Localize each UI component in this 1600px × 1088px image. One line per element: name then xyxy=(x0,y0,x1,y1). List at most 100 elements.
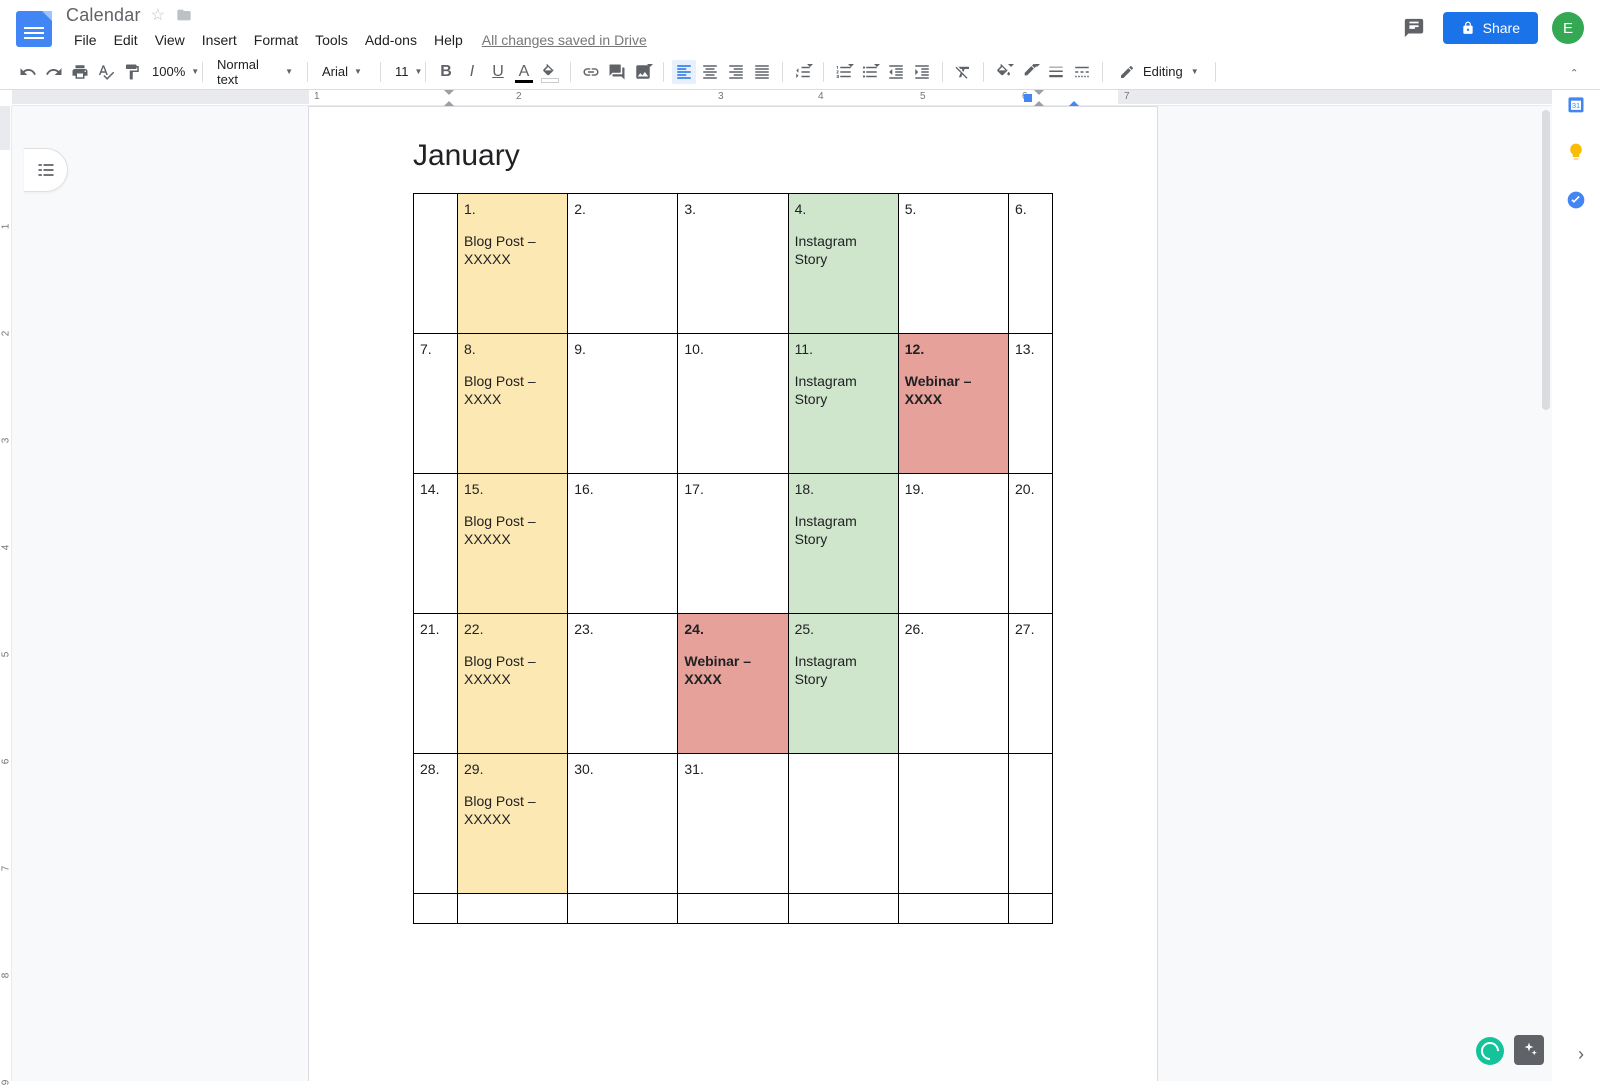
star-icon[interactable]: ☆ xyxy=(151,5,165,25)
calendar-cell[interactable]: 29.Blog Post – XXXXX xyxy=(458,754,568,894)
calendar-cell[interactable]: 3. xyxy=(678,194,788,334)
numbered-list-button[interactable] xyxy=(832,60,856,84)
calendar-cell[interactable] xyxy=(1009,894,1053,924)
calendar-cell[interactable] xyxy=(568,894,678,924)
calendar-cell[interactable]: 27. xyxy=(1009,614,1053,754)
menu-edit[interactable]: Edit xyxy=(106,28,146,52)
calendar-cell[interactable]: 10. xyxy=(678,334,788,474)
paragraph-style-select[interactable]: Normal text▼ xyxy=(211,57,299,87)
left-indent-icon[interactable] xyxy=(444,96,454,106)
bulleted-list-button[interactable] xyxy=(858,60,882,84)
calendar-cell[interactable]: 19. xyxy=(898,474,1008,614)
spellcheck-button[interactable] xyxy=(94,60,118,84)
undo-button[interactable] xyxy=(16,60,40,84)
calendar-cell[interactable]: 30. xyxy=(568,754,678,894)
paint-format-button[interactable] xyxy=(120,60,144,84)
explore-button[interactable] xyxy=(1514,1035,1544,1065)
image-button[interactable] xyxy=(631,60,655,84)
calendar-cell[interactable]: 2. xyxy=(568,194,678,334)
indent-decrease-button[interactable] xyxy=(884,60,908,84)
menu-addons[interactable]: Add-ons xyxy=(357,28,425,52)
highlight-color-button[interactable] xyxy=(538,60,562,84)
tasks-addon-icon[interactable] xyxy=(1566,190,1586,210)
calendar-cell[interactable]: 15.Blog Post – XXXXX xyxy=(458,474,568,614)
calendar-cell[interactable]: 26. xyxy=(898,614,1008,754)
calendar-cell[interactable]: 21. xyxy=(414,614,458,754)
calendar-cell[interactable] xyxy=(414,194,458,334)
calendar-cell[interactable] xyxy=(1009,754,1053,894)
calendar-table[interactable]: 1.Blog Post – XXXXX2.3.4.Instagram Story… xyxy=(413,193,1053,924)
calendar-addon-icon[interactable]: 31 xyxy=(1566,94,1586,114)
calendar-cell[interactable]: 12.Webinar – XXXX xyxy=(898,334,1008,474)
calendar-cell[interactable]: 17. xyxy=(678,474,788,614)
calendar-cell[interactable]: 16. xyxy=(568,474,678,614)
bold-button[interactable]: B xyxy=(434,60,458,84)
border-width-button[interactable] xyxy=(1044,60,1068,84)
menu-tools[interactable]: Tools xyxy=(307,28,356,52)
clear-format-button[interactable] xyxy=(951,60,975,84)
grammarly-icon[interactable] xyxy=(1476,1037,1504,1065)
calendar-cell[interactable]: 24.Webinar – XXXX xyxy=(678,614,788,754)
vertical-ruler[interactable]: 1 2 3 4 5 6 7 8 9 xyxy=(0,106,12,1081)
calendar-cell[interactable] xyxy=(414,894,458,924)
link-button[interactable] xyxy=(579,60,603,84)
calendar-cell[interactable]: 14. xyxy=(414,474,458,614)
collapse-toolbar-button[interactable]: ⌄ xyxy=(1564,60,1584,83)
calendar-cell[interactable]: 5. xyxy=(898,194,1008,334)
calendar-cell[interactable]: 13. xyxy=(1009,334,1053,474)
border-color-button[interactable] xyxy=(1018,60,1042,84)
comments-button[interactable] xyxy=(1399,13,1429,43)
calendar-cell[interactable]: 6. xyxy=(1009,194,1053,334)
calendar-cell[interactable]: 23. xyxy=(568,614,678,754)
document-page[interactable]: January 1.Blog Post – XXXXX2.3.4.Instagr… xyxy=(308,106,1158,1081)
underline-button[interactable]: U xyxy=(486,60,510,84)
calendar-cell[interactable] xyxy=(898,754,1008,894)
move-folder-icon[interactable] xyxy=(175,7,193,23)
zoom-select[interactable]: 100%▼ xyxy=(146,64,194,79)
doc-title[interactable]: Calendar xyxy=(66,5,141,26)
align-center-button[interactable] xyxy=(698,60,722,84)
page-heading[interactable]: January xyxy=(413,139,1053,173)
calendar-cell[interactable]: 1.Blog Post – XXXXX xyxy=(458,194,568,334)
calendar-cell[interactable]: 18.Instagram Story xyxy=(788,474,898,614)
align-left-button[interactable] xyxy=(672,60,696,84)
calendar-cell[interactable]: 4.Instagram Story xyxy=(788,194,898,334)
calendar-cell[interactable] xyxy=(788,894,898,924)
menu-help[interactable]: Help xyxy=(426,28,471,52)
align-justify-button[interactable] xyxy=(750,60,774,84)
border-style-button[interactable] xyxy=(1070,60,1094,84)
horizontal-ruler[interactable]: 1 2 3 4 5 6 7 xyxy=(12,90,1552,106)
column-end-marker-icon[interactable] xyxy=(1069,96,1079,106)
calendar-cell[interactable]: 31. xyxy=(678,754,788,894)
docs-logo-icon[interactable] xyxy=(16,11,52,47)
calendar-cell[interactable]: 11.Instagram Story xyxy=(788,334,898,474)
calendar-cell[interactable]: 9. xyxy=(568,334,678,474)
comment-button[interactable] xyxy=(605,60,629,84)
calendar-cell[interactable]: 22.Blog Post – XXXXX xyxy=(458,614,568,754)
line-spacing-button[interactable] xyxy=(791,60,815,84)
calendar-cell[interactable]: 7. xyxy=(414,334,458,474)
right-indent-bottom-icon[interactable] xyxy=(1034,96,1044,106)
text-color-button[interactable]: A xyxy=(512,60,536,84)
print-button[interactable] xyxy=(68,60,92,84)
mode-select[interactable]: Editing ▼ xyxy=(1111,64,1207,80)
keep-addon-icon[interactable] xyxy=(1566,142,1586,162)
share-button[interactable]: Share xyxy=(1443,12,1538,44)
outline-toggle-button[interactable] xyxy=(24,148,68,192)
menu-file[interactable]: File xyxy=(66,28,105,52)
italic-button[interactable]: I xyxy=(460,60,484,84)
calendar-cell[interactable] xyxy=(788,754,898,894)
side-panel-toggle-icon[interactable]: › xyxy=(1578,1044,1584,1065)
cell-bg-button[interactable] xyxy=(992,60,1016,84)
menu-format[interactable]: Format xyxy=(246,28,306,52)
scrollbar-thumb[interactable] xyxy=(1542,110,1550,410)
account-avatar[interactable]: E xyxy=(1552,12,1584,44)
calendar-cell[interactable]: 25.Instagram Story xyxy=(788,614,898,754)
save-status[interactable]: All changes saved in Drive xyxy=(482,28,647,52)
calendar-cell[interactable] xyxy=(678,894,788,924)
calendar-cell[interactable]: 20. xyxy=(1009,474,1053,614)
calendar-cell[interactable] xyxy=(898,894,1008,924)
font-select[interactable]: Arial▼ xyxy=(316,64,372,79)
column-marker-icon[interactable] xyxy=(1024,94,1032,102)
indent-increase-button[interactable] xyxy=(910,60,934,84)
